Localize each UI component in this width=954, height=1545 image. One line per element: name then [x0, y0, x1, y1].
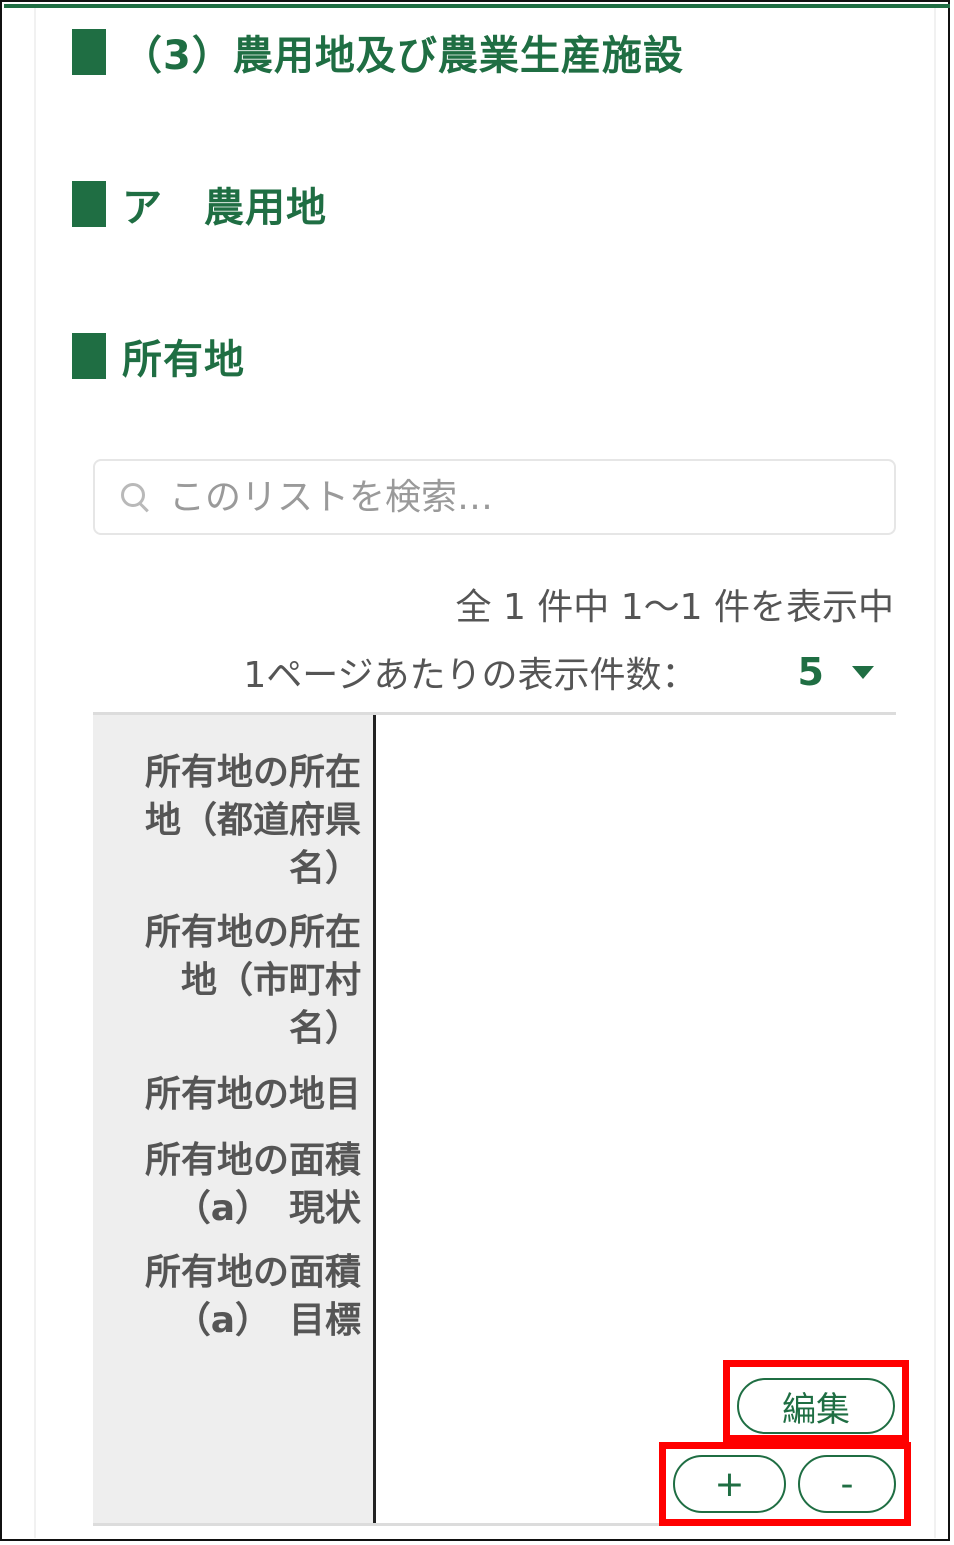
heading-marker	[72, 181, 106, 227]
table-title: 所有地	[72, 332, 245, 383]
per-page-value[interactable]: 5	[798, 650, 824, 694]
row-label-area-target: 所有地の面積 （a） 目標	[144, 1252, 361, 1341]
row-label-municipality: 所有地の所在 地（市町村 名）	[144, 912, 361, 1049]
heading-marker	[72, 333, 106, 379]
left-guide-line	[34, 8, 36, 1538]
section-heading: （3）農用地及び農業生産施設	[72, 28, 684, 79]
list-search-box[interactable]	[93, 459, 896, 535]
per-page-selector[interactable]: 1ページあたりの表示件数： 5	[243, 646, 874, 698]
subsection-heading: ア 農用地	[72, 180, 327, 231]
search-icon	[117, 477, 157, 517]
table-title-text: 所有地	[122, 337, 245, 383]
heading-marker	[72, 29, 106, 75]
highlight-box-add-remove	[659, 1442, 911, 1526]
highlight-box-edit	[723, 1360, 909, 1442]
search-input[interactable]	[167, 475, 871, 519]
top-accent-bar	[4, 4, 950, 8]
per-page-label: 1ページあたりの表示件数：	[243, 655, 698, 696]
row-label-land-category: 所有地の地目	[144, 1074, 361, 1115]
caret-down-icon[interactable]	[852, 665, 874, 679]
row-label-area-current: 所有地の面積 （a） 現状	[144, 1140, 361, 1229]
section-heading-text: （3）農用地及び農業生産施設	[122, 33, 684, 79]
subsection-heading-text: ア 農用地	[122, 185, 327, 231]
row-label-column: 所有地の所在 地（都道府県 名） 所有地の所在 地（市町村 名） 所有地の地目 …	[93, 715, 376, 1523]
row-label-prefecture: 所有地の所在 地（都道府県 名）	[144, 752, 361, 889]
result-count: 全 1 件中 1～1 件を表示中	[455, 587, 895, 628]
right-guide-line	[934, 8, 936, 1538]
